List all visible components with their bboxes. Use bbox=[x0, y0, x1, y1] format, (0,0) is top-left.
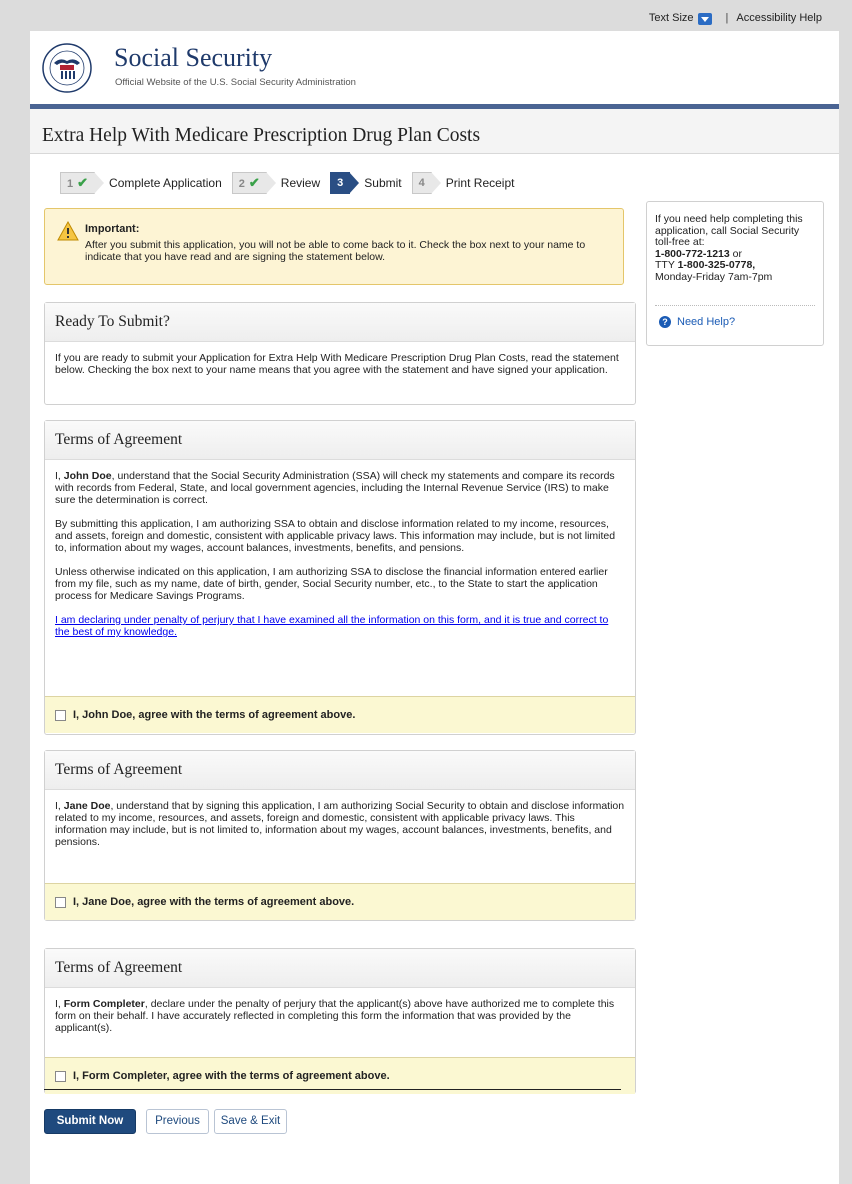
panel-body: If you are ready to submit your Applicat… bbox=[55, 352, 619, 376]
separator: | bbox=[725, 12, 729, 24]
site-header: Social Security Official Website of the … bbox=[30, 31, 839, 109]
panel-title: Terms of Agreement bbox=[45, 751, 635, 790]
step-label: Review bbox=[280, 176, 321, 190]
previous-button[interactable]: Previous bbox=[146, 1109, 209, 1134]
submit-now-button[interactable]: Submit Now bbox=[44, 1109, 136, 1134]
important-text: After you submit this application, you w… bbox=[85, 239, 586, 263]
applicant-name: Jane Doe bbox=[63, 800, 111, 812]
progress-steps: 1 ✔ Complete Application 2 ✔ Review 3 Subm… bbox=[60, 172, 524, 194]
terms-panel-john: Terms of Agreement I, John Doe, understa… bbox=[44, 420, 636, 735]
step-number: 4 bbox=[411, 172, 441, 194]
step-label: Complete Application bbox=[109, 176, 222, 190]
help-text: If you need help completing this applica… bbox=[655, 213, 803, 283]
terms-panel-form-completer: Terms of Agreement I, Form Completer, de… bbox=[44, 948, 636, 1094]
agree-row-jane[interactable]: I, Jane Doe, agree with the terms of agr… bbox=[45, 883, 635, 920]
step-label: Print Receipt bbox=[445, 176, 515, 190]
panel-body: I, Jane Doe, understand that by signing … bbox=[45, 790, 635, 870]
phone-number: 1-800-772-1213 bbox=[655, 247, 730, 260]
agree-checkbox-jane[interactable] bbox=[55, 896, 66, 908]
step-submit: 3 Submit bbox=[330, 172, 402, 194]
warning-icon bbox=[57, 221, 79, 241]
utility-links: Text Size | Accessibility Help bbox=[649, 12, 822, 25]
help-sidebar: If you need help completing this applica… bbox=[646, 201, 824, 346]
hours: Monday-Friday 7am-7pm bbox=[655, 270, 773, 283]
accessibility-help-link[interactable]: Accessibility Help bbox=[736, 12, 822, 24]
terms-paragraph: I, John Doe, understand that the Social … bbox=[55, 470, 615, 506]
checkmark-icon: ✔ bbox=[248, 175, 260, 190]
agree-checkbox-form-completer[interactable] bbox=[55, 1070, 66, 1082]
panel-title: Terms of Agreement bbox=[45, 421, 635, 460]
step-number: 1 ✔ bbox=[60, 172, 105, 194]
important-title: Important: bbox=[85, 223, 140, 235]
panel-body: I, Form Completer, declare under the pen… bbox=[45, 988, 635, 1056]
step-review: 2 ✔ Review bbox=[231, 172, 321, 194]
panel-title: Ready To Submit? bbox=[45, 303, 635, 342]
save-exit-button[interactable]: Save & Exit bbox=[214, 1109, 287, 1134]
utility-bar: Text Size | Accessibility Help bbox=[0, 0, 852, 32]
applicant-name: Form Completer bbox=[63, 998, 145, 1010]
page-title: Extra Help With Medicare Prescription Dr… bbox=[42, 125, 481, 146]
terms-panel-jane: Terms of Agreement I, Jane Doe, understa… bbox=[44, 750, 636, 921]
panel-title: Terms of Agreement bbox=[45, 949, 635, 988]
divider bbox=[44, 1089, 621, 1090]
need-help-label[interactable]: Need Help? bbox=[677, 316, 735, 328]
divider bbox=[655, 305, 815, 306]
text-size-link[interactable]: Text Size bbox=[649, 12, 694, 24]
ssa-seal-icon[interactable] bbox=[42, 43, 92, 93]
agree-label[interactable]: I, John Doe, agree with the terms of agr… bbox=[73, 709, 355, 721]
agree-label[interactable]: I, Jane Doe, agree with the terms of agr… bbox=[73, 896, 354, 908]
checkmark-icon: ✔ bbox=[77, 175, 89, 190]
agree-label[interactable]: I, Form Completer, agree with the terms … bbox=[73, 1070, 390, 1082]
agree-checkbox-john[interactable] bbox=[55, 709, 66, 721]
important-notice: Important: After you submit this applica… bbox=[44, 208, 624, 285]
chevron-down-icon[interactable] bbox=[697, 13, 712, 25]
step-label: Submit bbox=[364, 176, 402, 190]
page-container: Social Security Official Website of the … bbox=[30, 31, 839, 1184]
question-icon[interactable]: ? bbox=[659, 316, 671, 328]
site-title[interactable]: Social Security bbox=[114, 43, 272, 73]
step-number: 2 ✔ bbox=[231, 172, 276, 194]
terms-paragraph: I, Jane Doe, understand that by signing … bbox=[55, 800, 625, 848]
step-number: 3 bbox=[330, 172, 360, 194]
applicant-name: John Doe bbox=[63, 470, 112, 482]
tty-number: 1-800-325-0778, bbox=[677, 259, 756, 271]
step-print-receipt: 4 Print Receipt bbox=[411, 172, 515, 194]
terms-paragraph: By submitting this application, I am aut… bbox=[55, 518, 616, 554]
terms-paragraph: I, Form Completer, declare under the pen… bbox=[55, 998, 615, 1034]
panel-body: I, John Doe, understand that the Social … bbox=[45, 460, 635, 660]
perjury-declaration-link[interactable]: I am declaring under penalty of perjury … bbox=[55, 614, 608, 638]
terms-paragraph: Unless otherwise indicated on this appli… bbox=[55, 566, 608, 602]
agree-row-john[interactable]: I, John Doe, agree with the terms of agr… bbox=[45, 696, 635, 733]
need-help-link[interactable]: ? Need Help? bbox=[659, 316, 735, 328]
site-subtitle: Official Website of the U.S. Social Secu… bbox=[115, 77, 356, 88]
step-complete-application: 1 ✔ Complete Application bbox=[60, 172, 222, 194]
ready-to-submit-panel: Ready To Submit? If you are ready to sub… bbox=[44, 302, 636, 405]
